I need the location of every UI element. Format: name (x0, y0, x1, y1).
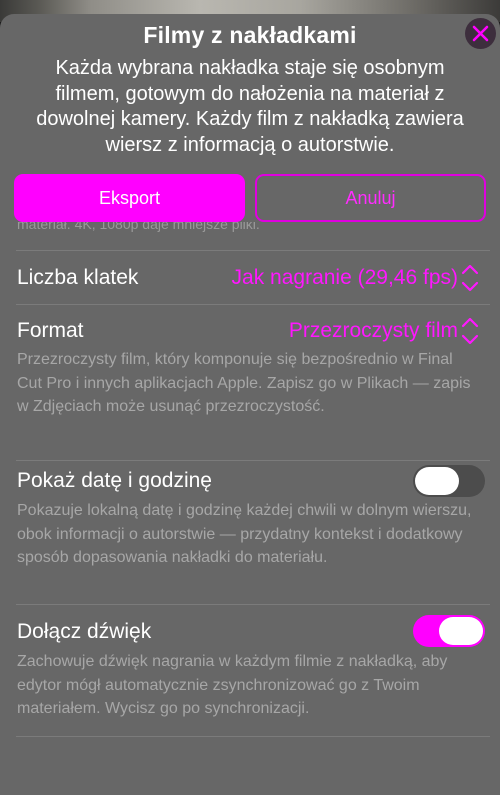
sheet-title: Filmy z nakładkami (143, 22, 357, 48)
include-audio-label: Dołącz dźwięk (17, 620, 152, 643)
show-datetime-label: Pokaż datę i godzinę (17, 469, 212, 492)
chevron-up-down-icon[interactable] (460, 315, 480, 347)
overlay-movies-sheet: Filmy z nakładkami Każda wybrana nakładk… (0, 14, 500, 795)
show-datetime-toggle[interactable] (413, 465, 485, 497)
scrolled-description-fragment: materiał. 4K, 1080p daje mniejsze pliki. (17, 222, 260, 232)
include-audio-description: Zachowuje dźwięk nagrania w każdym filmi… (17, 653, 448, 717)
format-label: Format (17, 319, 84, 342)
divider (16, 460, 490, 461)
cancel-button[interactable]: Anuluj (255, 174, 486, 222)
divider (16, 604, 490, 605)
toggle-knob (439, 617, 483, 645)
frame-rate-value[interactable]: Jak nagranie (29,46 fps) (232, 266, 458, 290)
action-buttons: Eksport Anuluj (14, 174, 486, 224)
close-x-icon (472, 25, 489, 42)
export-button[interactable]: Eksport (14, 174, 245, 222)
divider (16, 304, 490, 305)
toggle-knob (415, 467, 459, 495)
sheet-subtitle: Każda wybrana nakładka staje się osobnym… (36, 57, 464, 156)
chevron-up-down-icon[interactable] (460, 262, 480, 294)
format-value[interactable]: Przezroczysty film (289, 319, 458, 343)
close-button[interactable] (465, 18, 496, 49)
format-description: Przezroczysty film, który komponuje się … (17, 351, 471, 415)
sheet-header: Filmy z nakładkami Każda wybrana nakładk… (0, 14, 500, 174)
show-datetime-description: Pokazuje lokalną datę i godzinę każdej c… (17, 502, 472, 566)
include-audio-toggle[interactable] (413, 615, 485, 647)
divider (16, 250, 490, 251)
divider (16, 736, 490, 737)
frame-rate-label: Liczba klatek (17, 266, 139, 289)
